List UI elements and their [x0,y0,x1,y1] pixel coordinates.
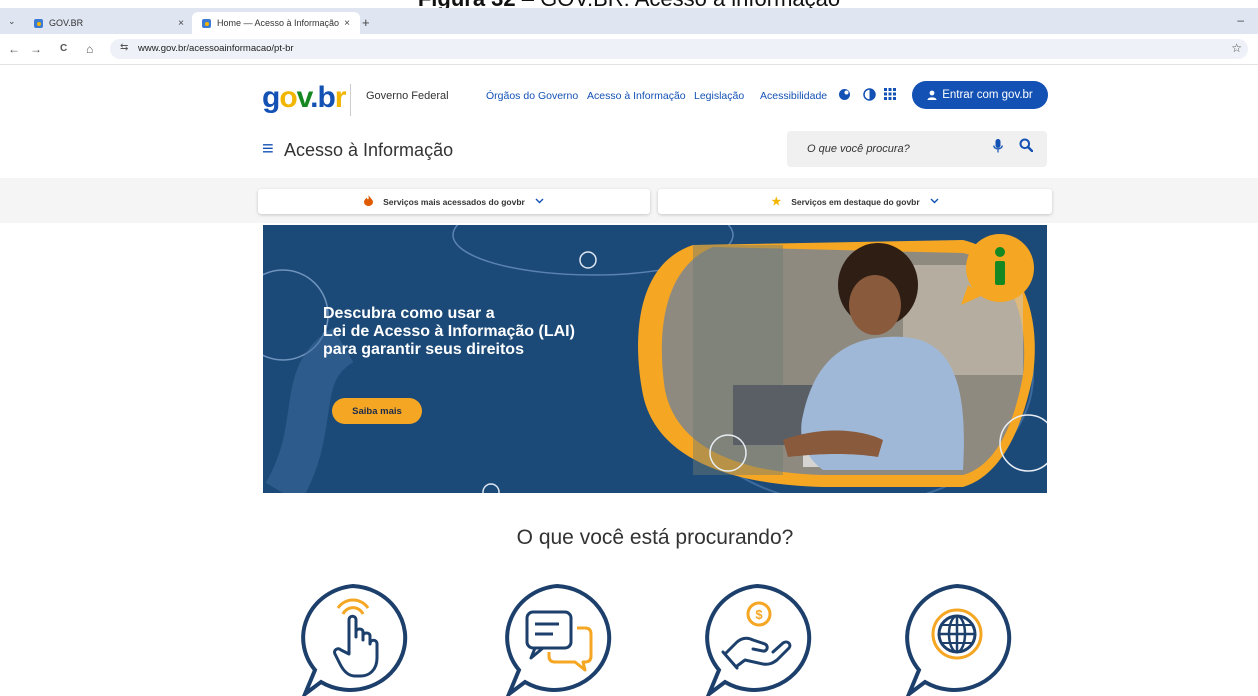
search-placeholder: O que você procura? [807,143,910,155]
chevron-down-icon [930,196,939,207]
minimize-button[interactable]: – [1237,13,1244,27]
url-text: www.gov.br/acessoainformacao/pt-br [138,43,294,54]
user-icon [927,90,937,100]
chevron-down-icon [535,196,544,207]
browser-tab-bar: ⌄ GOV.BR × Home — Acesso à Informação × … [0,8,1258,34]
hero-banner[interactable]: Descubra como usar a Lei de Acesso à Inf… [263,225,1047,493]
bookmark-star-icon[interactable]: ☆ [1231,41,1242,55]
govbr-favicon-icon [202,18,211,28]
search-icon[interactable] [1019,138,1034,157]
apps-grid-icon[interactable] [884,88,896,103]
banner-line-3: para garantir seus direitos [323,341,524,358]
back-icon[interactable]: ← [8,42,20,56]
govbr-logo[interactable]: gov.br [262,83,346,113]
home-icon[interactable]: ⌂ [86,42,93,56]
tab-close-icon[interactable]: × [340,18,354,29]
most-accessed-label: Serviços mais acessados do govbr [383,196,525,207]
banner-line-1: Descubra como usar a [323,305,495,322]
forward-icon[interactable]: → [30,42,42,56]
govbr-favicon-icon [34,18,43,28]
svg-text:$: $ [755,607,763,622]
banner-headline: Descubra como usar a Lei de Acesso à Inf… [323,305,575,359]
hamburger-menu-icon[interactable]: ≡ [262,139,274,159]
nav-acesso-informacao[interactable]: Acesso à Informação [587,90,686,102]
section-heading: O que você está procurando? [516,526,794,549]
address-bar-row: ← → C ⌂ ⇆ www.gov.br/acessoainformacao/p… [0,34,1258,65]
most-accessed-services-dropdown[interactable]: Serviços mais acessados do govbr [258,189,650,214]
nav-legislacao[interactable]: Legislação [694,90,744,102]
site-settings-icon[interactable]: ⇆ [120,42,128,53]
fire-icon [364,194,374,209]
banner-line-2: Lei de Acesso à Informação (LAI) [323,323,575,340]
tab-menu-button[interactable]: ⌄ [8,16,16,27]
site-title[interactable]: Acesso à Informação [284,140,453,161]
reload-icon[interactable]: C [60,43,67,54]
star-icon: ★ [771,196,782,208]
governo-federal-label[interactable]: Governo Federal [366,90,449,102]
touch-hand-icon[interactable] [293,582,413,696]
login-button[interactable]: Entrar com gov.br [912,81,1048,109]
theme-icon[interactable] [838,88,851,104]
banner-graphics [263,225,1047,493]
url-field[interactable]: ⇆ www.gov.br/acessoainformacao/pt-br [110,39,1248,59]
tab-acesso-informacao[interactable]: Home — Acesso à Informação × [192,12,360,34]
globe-icon[interactable] [897,582,1017,696]
tab-label: GOV.BR [49,18,84,28]
contrast-icon[interactable] [863,88,876,104]
tab-govbr[interactable]: GOV.BR × [24,12,194,34]
login-label: Entrar com gov.br [942,89,1033,101]
nav-orgaos[interactable]: Órgãos do Governo [486,90,578,102]
tab-close-icon[interactable]: × [174,18,188,29]
featured-services-dropdown[interactable]: ★ Serviços em destaque do govbr [658,189,1052,214]
tab-label: Home — Acesso à Informação [217,18,340,28]
header-divider [350,84,351,116]
saiba-mais-button[interactable]: Saiba mais [332,398,422,424]
microphone-icon[interactable] [993,139,1003,158]
new-tab-button[interactable]: + [362,15,370,30]
nav-acessibilidade[interactable]: Acessibilidade [760,90,827,102]
search-input[interactable]: O que você procura? [787,131,1047,167]
money-hand-icon[interactable]: $ [697,582,817,696]
chat-bubbles-icon[interactable] [497,582,617,696]
featured-label: Serviços em destaque do govbr [791,196,920,207]
